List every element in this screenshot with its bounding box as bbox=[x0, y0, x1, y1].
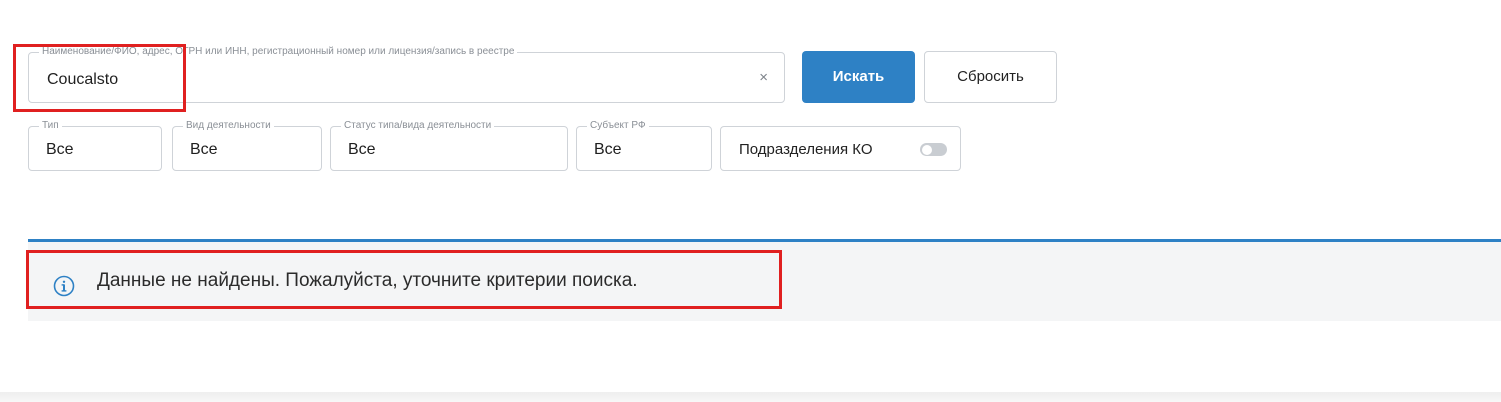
highlight-box-notice bbox=[26, 250, 782, 309]
clear-icon[interactable]: × bbox=[759, 70, 768, 86]
activity-select[interactable]: Вид деятельности Все bbox=[172, 120, 322, 171]
activity-select-value: Все bbox=[190, 141, 218, 158]
type-select-label: Тип bbox=[39, 120, 62, 132]
bottom-divider bbox=[0, 392, 1501, 402]
type-select-value: Все bbox=[46, 141, 74, 158]
status-select[interactable]: Статус типа/вида деятельности Все bbox=[330, 120, 568, 171]
subject-select-label: Субъект РФ bbox=[587, 120, 649, 132]
reset-button[interactable]: Сбросить bbox=[924, 51, 1057, 103]
status-select-label: Статус типа/вида деятельности bbox=[341, 120, 495, 132]
type-select[interactable]: Тип Все bbox=[28, 120, 162, 171]
subject-select-value: Все bbox=[594, 141, 622, 158]
activity-select-label: Вид деятельности bbox=[183, 120, 274, 132]
search-button[interactable]: Искать bbox=[802, 51, 915, 103]
highlight-box-search bbox=[13, 44, 186, 112]
subject-select[interactable]: Субъект РФ Все bbox=[576, 120, 712, 171]
branches-filter: Подразделения КО bbox=[720, 126, 961, 171]
branches-toggle[interactable] bbox=[920, 143, 947, 156]
status-select-value: Все bbox=[348, 141, 376, 158]
toggle-knob bbox=[922, 144, 932, 155]
branches-toggle-label: Подразделения КО bbox=[739, 141, 873, 158]
